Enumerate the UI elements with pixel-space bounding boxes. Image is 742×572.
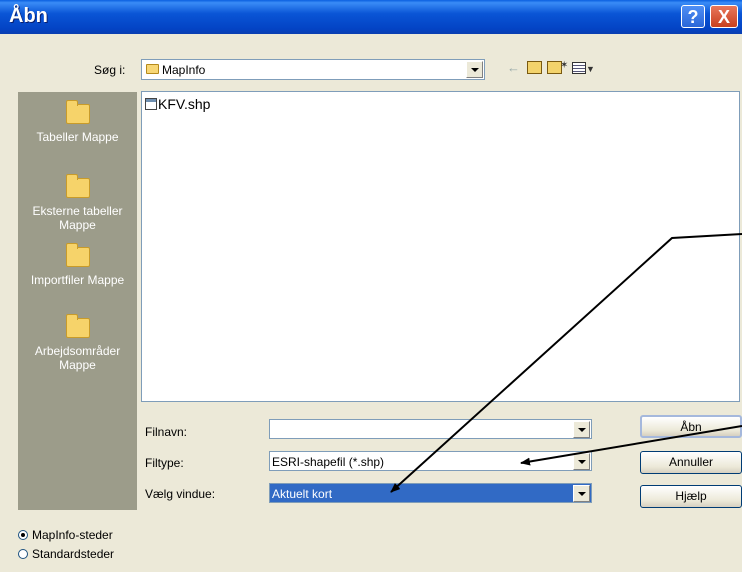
annotation-arrow [390,233,742,493]
annotation-arrows [390,233,742,493]
annotation-arrow [520,425,742,466]
